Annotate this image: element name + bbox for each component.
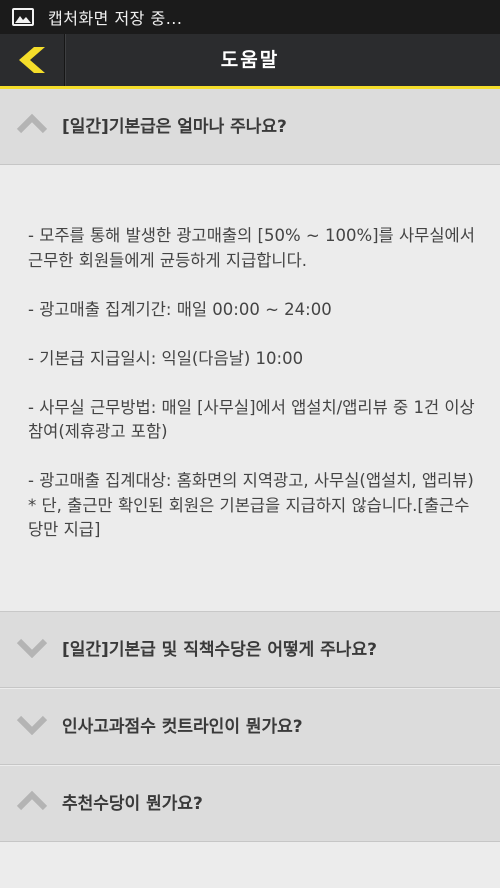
answer-paragraph: - 기본급 지급일시: 익일(다음날) 10:00 [28, 348, 304, 368]
faq-question: [일간]기본급은 얼마나 주나요? [62, 117, 287, 137]
faq-item-1-header[interactable]: [일간]기본급은 얼마나 주나요? [0, 89, 500, 165]
answer-paragraph: - 광고매출 집계기간: 매일 00:00 ~ 24:00 [28, 299, 332, 319]
chevron-down-icon [16, 638, 48, 658]
divider [65, 34, 66, 86]
faq-item-1-answer: - 모주를 통해 발생한 광고매출의 [50% ~ 100%]를 사무실에서 근… [0, 165, 500, 612]
answer-paragraph: - 사무실 근무방법: 매일 [사무실]에서 앱설치/앱리뷰 중 1건 이상 참… [28, 397, 480, 442]
faq-question: [일간]기본급 및 직책수당은 어떻게 주나요? [62, 640, 377, 660]
faq-question: 추천수당이 뭔가요? [62, 794, 203, 814]
answer-paragraph: - 광고매출 집계대상: 홈화면의 지역광고, 사무실(앱설치, 앱리뷰) [28, 471, 474, 490]
status-text: 캡처화면 저장 중... [48, 9, 183, 28]
status-bar: 캡처화면 저장 중... [0, 0, 500, 34]
faq-item-4-header[interactable]: 추천수당이 뭔가요? [0, 766, 500, 842]
faq-item-2-header[interactable]: [일간]기본급 및 직책수당은 어떻게 주나요? [0, 612, 500, 688]
answer-text: - 모주를 통해 발생한 광고매출의 [50% ~ 100%]를 사무실에서 근… [28, 224, 478, 543]
chevron-left-icon [19, 47, 45, 73]
chevron-up-icon [16, 113, 48, 134]
image-icon [12, 8, 34, 26]
faq-item-3-header[interactable]: 인사고과점수 컷트라인이 뭔가요? [0, 689, 500, 765]
back-button[interactable] [0, 34, 65, 86]
chevron-up-icon [16, 790, 48, 811]
title-bar: 도움말 [0, 34, 500, 89]
page-title: 도움말 [220, 49, 280, 71]
answer-paragraph: - 모주를 통해 발생한 광고매출의 [50% ~ 100%]를 사무실에서 근… [28, 226, 481, 270]
chevron-down-icon [16, 715, 48, 735]
faq-question: 인사고과점수 컷트라인이 뭔가요? [62, 717, 303, 737]
answer-note: * 단, 출근만 확인된 회원은 기본급을 지급하지 않습니다.[출근수당만 지… [28, 495, 470, 540]
